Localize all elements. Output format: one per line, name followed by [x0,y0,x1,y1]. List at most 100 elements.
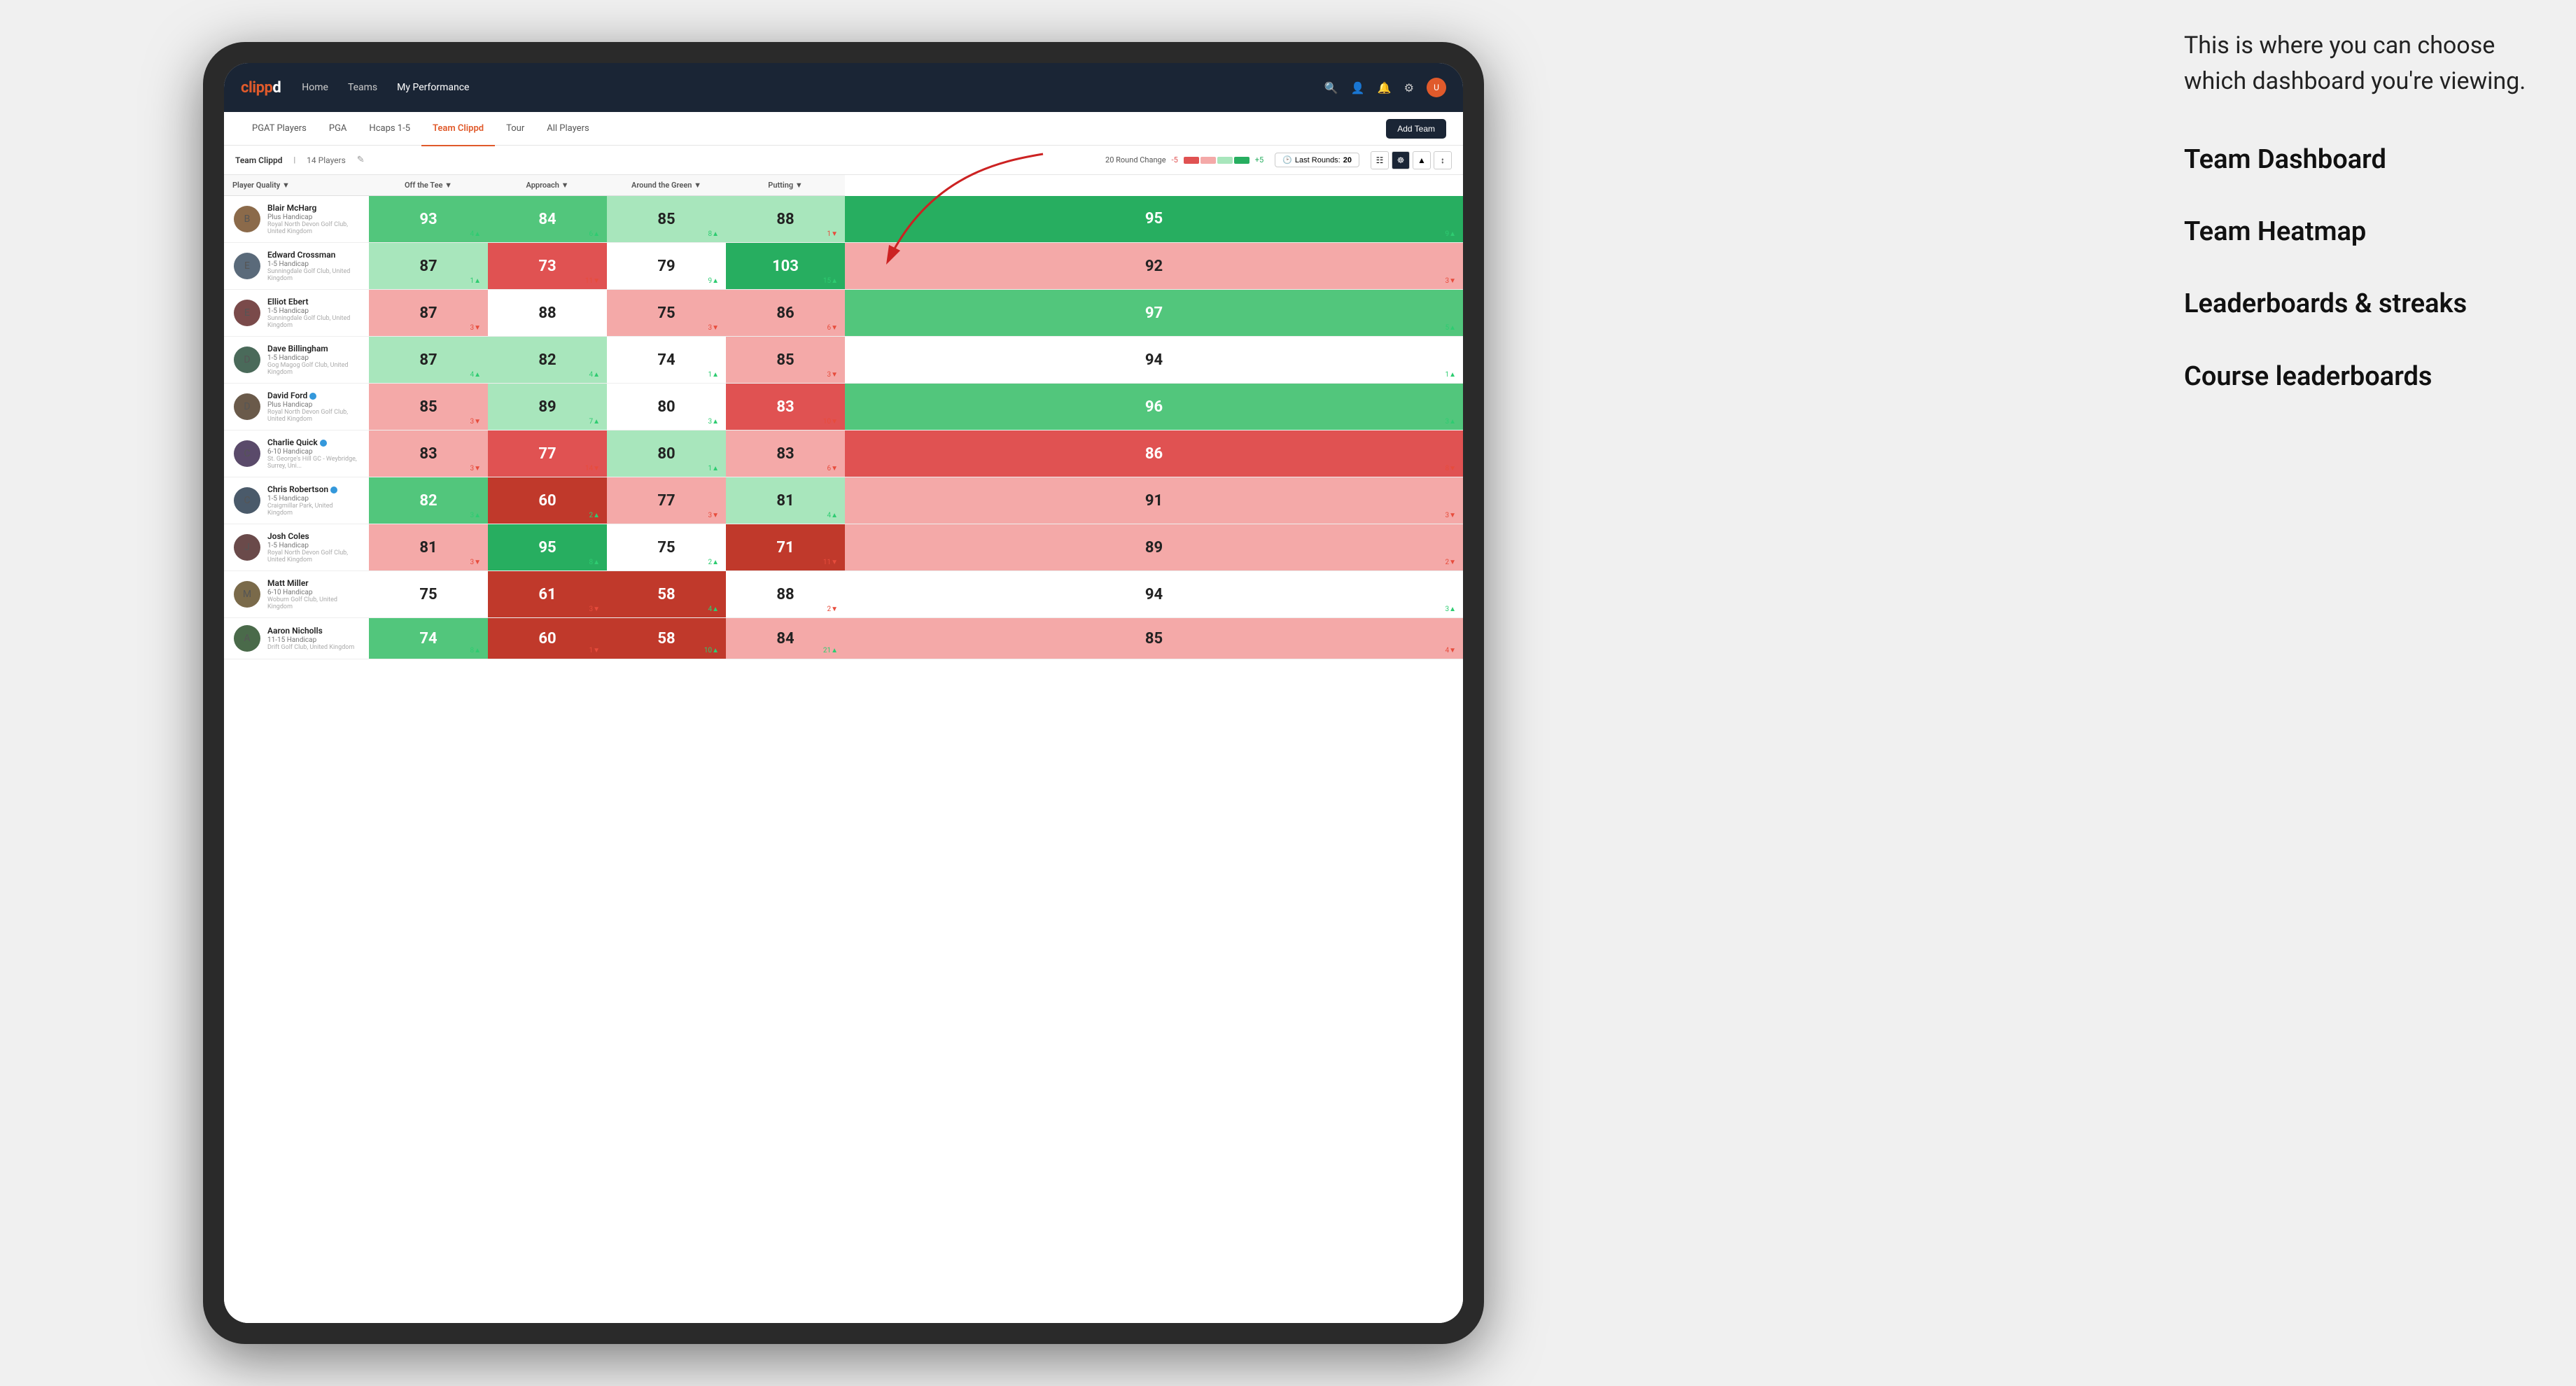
metric-change: 4▲ [708,606,719,613]
tab-all-players[interactable]: All Players [536,113,600,146]
sub-tabs-list: PGAT Players PGA Hcaps 1-5 Team Clippd T… [241,112,601,146]
player-cell: C Chris Robertson 1-5 Handicap Craigmill… [224,477,369,524]
add-team-button[interactable]: Add Team [1386,119,1446,139]
metric-off-tee: 77 14▼ [488,430,607,477]
search-icon[interactable]: 🔍 [1324,81,1338,94]
col-header-approach[interactable]: Approach ▼ [488,175,607,196]
player-handicap: Plus Handicap [267,401,359,409]
grid-large-view-button[interactable]: ☸ [1392,151,1410,169]
option-team-dashboard: Team Dashboard [2184,141,2548,178]
player-avatar: A [234,625,260,652]
metric-change: 2▼ [1445,559,1456,566]
person-icon[interactable]: 👤 [1351,81,1365,94]
metric-value: 60 [538,492,556,510]
metric-value: 103 [772,258,799,275]
dashboard-options-list: Team Dashboard Team Heatmap Leaderboards… [2184,141,2548,396]
metric-value: 75 [419,586,437,603]
metric-player-quality: 81 3▼ [369,524,488,571]
metric-value: 84 [538,211,556,228]
metric-approach: 79 9▲ [607,243,726,290]
metric-player-quality: 85 3▼ [369,384,488,430]
tab-hcaps[interactable]: Hcaps 1-5 [358,113,421,146]
metric-around-green: 83 10▼ [726,384,845,430]
tab-pgat-players[interactable]: PGAT Players [241,113,318,146]
metric-approach: 75 2▲ [607,524,726,571]
metric-change: 1▼ [589,647,600,654]
bell-icon[interactable]: 🔔 [1378,81,1392,94]
player-club: Sunningdale Golf Club, United Kingdom [267,315,359,329]
table-row[interactable]: B Blair McHarg Plus Handicap Royal North… [224,196,1463,243]
table-row[interactable]: D David Ford Plus Handicap Royal North D… [224,384,1463,430]
table-row[interactable]: J Josh Coles 1-5 Handicap Royal North De… [224,524,1463,571]
settings-icon[interactable]: ⚙ [1404,81,1414,94]
metric-change: 4▼ [1445,647,1456,654]
metric-value: 83 [419,445,437,463]
col-header-player[interactable]: Player Quality ▼ [224,175,369,196]
metric-value: 89 [538,398,556,416]
data-table-area: Player Quality ▼ Off the Tee ▼ Approach … [224,175,1463,1323]
player-name: Matt Miller [267,578,359,588]
heat-view-button[interactable]: ▲ [1413,151,1431,169]
player-club: St. George's Hill GC - Weybridge, Surrey… [267,456,359,470]
metric-value: 82 [419,492,437,510]
metric-value: 80 [657,398,675,416]
table-body: B Blair McHarg Plus Handicap Royal North… [224,196,1463,659]
player-cell: M Matt Miller 6-10 Handicap Woburn Golf … [224,571,369,618]
col-header-putting[interactable]: Putting ▼ [726,175,845,196]
player-cell: B Blair McHarg Plus Handicap Royal North… [224,196,369,243]
metric-change: 14▼ [585,465,600,472]
last-rounds-button[interactable]: 🕑 Last Rounds: 20 [1275,153,1359,167]
metric-change: 3▲ [1445,418,1456,426]
tab-team-clippd[interactable]: Team Clippd [421,113,495,146]
user-avatar[interactable]: U [1427,78,1446,97]
metric-value: 74 [419,630,437,648]
col-header-off-tee[interactable]: Off the Tee ▼ [369,175,488,196]
player-club: Craigmillar Park, United Kingdom [267,503,359,517]
metric-value: 81 [419,539,437,556]
edit-team-icon[interactable]: ✎ [357,155,365,165]
metric-value: 88 [776,211,794,228]
metric-value: 87 [419,304,437,322]
table-row[interactable]: A Aaron Nicholls 11-15 Handicap Drift Go… [224,618,1463,659]
metric-value: 79 [657,258,675,275]
verified-icon [320,440,327,447]
player-avatar: D [234,346,260,373]
metric-value: 86 [1145,445,1163,463]
player-handicap: 1-5 Handicap [267,354,359,362]
player-handicap: Plus Handicap [267,214,359,221]
player-avatar: B [234,206,260,232]
metric-putting: 96 3▲ [845,384,1463,430]
metric-value: 74 [657,351,675,369]
app-logo[interactable]: clippd [241,79,281,97]
sort-view-button[interactable]: ↕ [1434,151,1452,169]
metric-change: 3▲ [1445,606,1456,613]
metric-value: 84 [776,630,794,648]
table-row[interactable]: C Charlie Quick 6-10 Handicap St. George… [224,430,1463,477]
metric-putting: 97 5▲ [845,290,1463,337]
player-name: Elliot Ebert [267,297,359,307]
metric-putting: 94 3▲ [845,571,1463,618]
metric-off-tee: 89 7▲ [488,384,607,430]
table-row[interactable]: M Matt Miller 6-10 Handicap Woburn Golf … [224,571,1463,618]
nav-my-performance[interactable]: My Performance [397,82,469,93]
nav-home[interactable]: Home [302,82,328,93]
table-row[interactable]: E Edward Crossman 1-5 Handicap Sunningda… [224,243,1463,290]
metric-value: 88 [776,586,794,603]
nav-teams[interactable]: Teams [348,82,377,93]
metric-change: 6▼ [827,324,838,332]
table-row[interactable]: D Dave Billingham 1-5 Handicap Gog Magog… [224,337,1463,384]
tab-tour[interactable]: Tour [495,113,536,146]
grid-small-view-button[interactable]: ☷ [1371,151,1389,169]
metric-player-quality: 83 3▼ [369,430,488,477]
metric-putting: 86 8▼ [845,430,1463,477]
metric-change: 10▲ [704,647,719,654]
metric-approach: 80 1▲ [607,430,726,477]
tab-pga[interactable]: PGA [318,113,358,146]
metric-value: 75 [657,304,675,322]
table-row[interactable]: C Chris Robertson 1-5 Handicap Craigmill… [224,477,1463,524]
metric-change: 1▼ [827,230,838,238]
table-row[interactable]: E Elliot Ebert 1-5 Handicap Sunningdale … [224,290,1463,337]
col-header-around-green[interactable]: Around the Green ▼ [607,175,726,196]
players-table: Player Quality ▼ Off the Tee ▼ Approach … [224,175,1463,659]
player-name: Chris Robertson [267,484,359,494]
